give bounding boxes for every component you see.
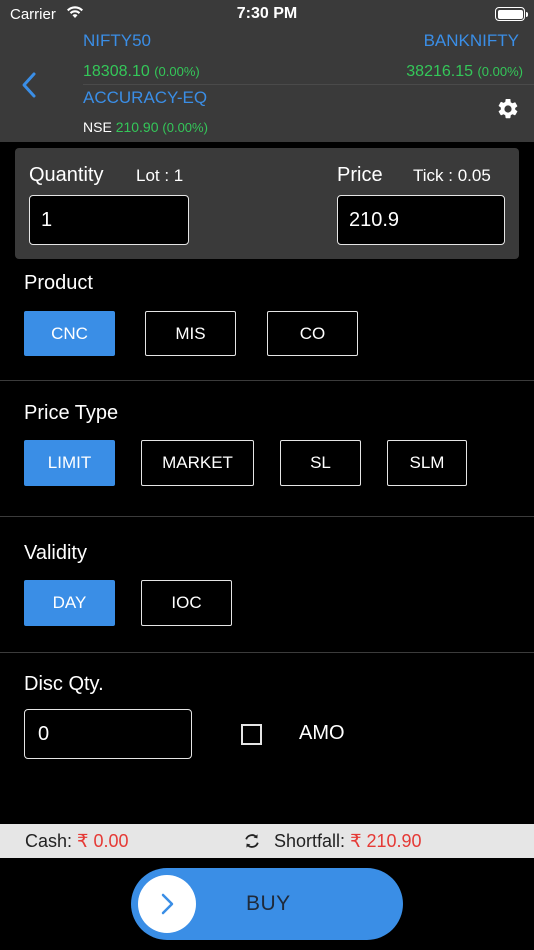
nifty-index-name[interactable]: NIFTY50: [83, 31, 151, 51]
shortfall-summary: Shortfall: ₹ 210.90: [274, 831, 422, 852]
disc-qty-title: Disc Qty.: [24, 673, 104, 695]
nifty-index-change: (0.00%): [154, 64, 200, 79]
price-input[interactable]: 210.9: [337, 195, 505, 245]
slider-handle[interactable]: [138, 875, 196, 933]
price-type-limit-button[interactable]: LIMIT: [24, 440, 115, 486]
section-divider: [0, 652, 534, 653]
refresh-icon[interactable]: [243, 832, 261, 850]
price-type-title: Price Type: [24, 402, 119, 424]
banknifty-index-value: 38216.15: [406, 63, 474, 80]
symbol-price: 210.90: [115, 119, 159, 135]
shortfall-label: Shortfall:: [274, 831, 346, 851]
header-divider: [83, 84, 534, 85]
buy-label: BUY: [246, 892, 291, 915]
quote-header: NIFTY50 18308.10 (0.00%) BANKNIFTY 38216…: [0, 30, 534, 142]
exchange-label: NSE: [83, 119, 112, 135]
validity-day-button[interactable]: DAY: [24, 580, 115, 626]
cash-summary: Cash: ₹ 0.00: [25, 831, 129, 852]
price-type-sl-button[interactable]: SL: [280, 440, 361, 486]
validity-ioc-button[interactable]: IOC: [141, 580, 232, 626]
gear-icon[interactable]: [496, 97, 520, 121]
amo-checkbox[interactable]: [241, 724, 262, 745]
tick-size-label: Tick : 0.05: [413, 166, 491, 185]
banknifty-index-quote: 38216.15 (0.00%): [406, 63, 523, 81]
symbol-quote: NSE 210.90 (0.00%): [83, 119, 208, 135]
disc-qty-input[interactable]: 0: [24, 709, 192, 759]
section-divider: [0, 380, 534, 381]
quantity-price-panel: Quantity Lot : 1 1 Price Tick : 0.05 210…: [15, 148, 519, 259]
chevron-right-icon: [161, 893, 174, 915]
symbol-name: ACCURACY-EQ: [83, 88, 208, 107]
quantity-input[interactable]: 1: [29, 195, 189, 245]
battery-icon: [495, 7, 528, 21]
price-type-market-button[interactable]: MARKET: [141, 440, 254, 486]
back-chevron-icon[interactable]: [18, 70, 40, 100]
clock: 7:30 PM: [236, 5, 298, 22]
price-label: Price: [337, 164, 383, 186]
section-divider: [0, 516, 534, 517]
nifty-index-quote: 18308.10 (0.00%): [83, 63, 200, 81]
status-bar: Carrier 7:30 PM: [0, 0, 534, 30]
banknifty-index-change: (0.00%): [477, 64, 523, 79]
quantity-label: Quantity: [29, 164, 104, 186]
symbol-change: (0.00%): [162, 120, 208, 135]
amo-label: AMO: [299, 722, 345, 744]
funds-bar: Cash: ₹ 0.00 Shortfall: ₹ 210.90: [0, 824, 534, 858]
cash-value: ₹ 0.00: [77, 831, 129, 851]
banknifty-index-name[interactable]: BANKNIFTY: [424, 31, 519, 51]
lot-size-label: Lot : 1: [136, 166, 184, 185]
product-co-button[interactable]: CO: [267, 311, 358, 356]
product-cnc-button[interactable]: CNC: [24, 311, 115, 356]
cash-label: Cash:: [25, 831, 73, 851]
nifty-index-value: 18308.10: [83, 63, 150, 80]
product-title: Product: [24, 272, 93, 294]
price-type-slm-button[interactable]: SLM: [387, 440, 467, 486]
shortfall-value: ₹ 210.90: [350, 831, 422, 851]
validity-title: Validity: [24, 542, 87, 564]
product-mis-button[interactable]: MIS: [145, 311, 236, 356]
buy-slider-button[interactable]: BUY: [131, 868, 403, 940]
